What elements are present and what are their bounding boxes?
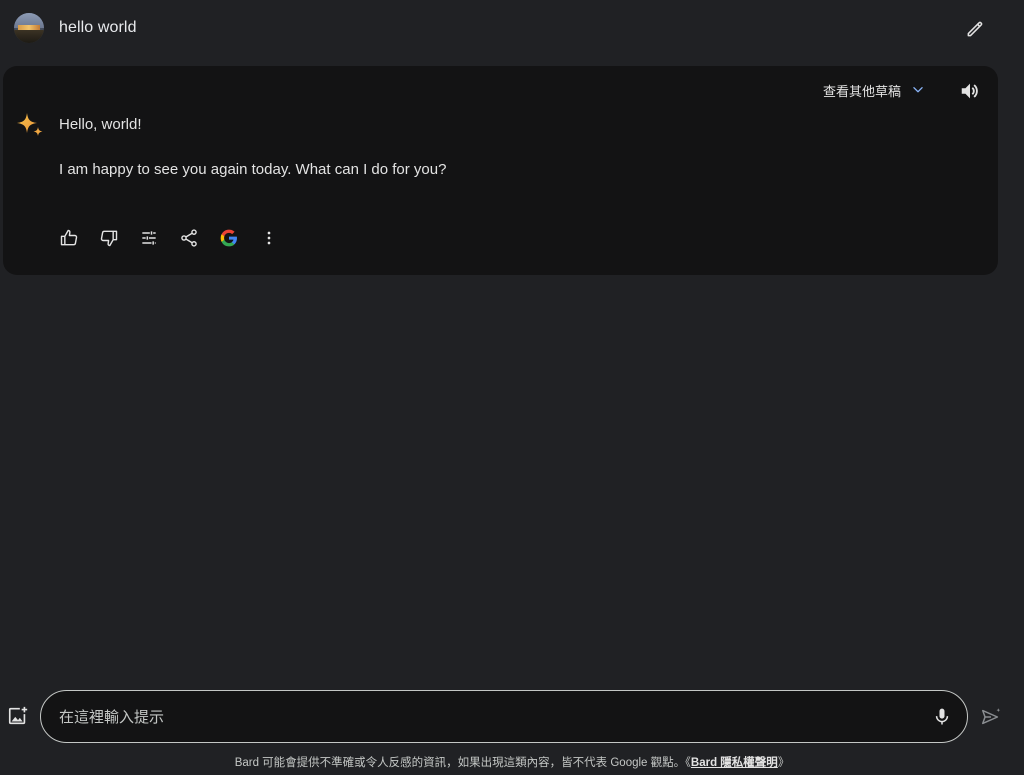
bad-response-button[interactable] [96,225,122,251]
privacy-link[interactable]: Bard 隱私權聲明 [691,757,778,769]
user-prompt-text: hello world [59,19,137,36]
response-greeting: Hello, world! [59,116,142,133]
send-icon [982,708,1001,725]
google-icon [220,229,237,247]
response-actions [56,225,296,251]
more-options-button[interactable] [256,225,282,251]
chevron-down-icon [913,87,923,93]
tune-icon [142,231,156,245]
response-card: 查看其他草稿 Hello, world! I am happy to see y… [3,66,998,275]
share-export-button[interactable] [176,225,202,251]
good-response-button[interactable] [56,225,82,251]
share-icon [181,229,197,247]
microphone-icon [935,708,949,725]
edit-prompt-button[interactable] [962,16,988,42]
prompt-input[interactable] [59,705,909,729]
disclaimer-closing: 》 [777,757,790,769]
view-other-drafts-label: 查看其他草稿 [823,83,902,99]
google-it-button[interactable] [216,225,242,251]
voice-input-button[interactable] [929,704,955,730]
listen-button[interactable] [958,79,982,103]
user-avatar [14,13,44,43]
disclaimer-body: Bard 可能會提供不準確或令人反感的資訊，如果出現這類內容，皆不代表 Goog… [234,757,691,769]
response-body: I am happy to see you again today. What … [59,161,447,178]
prompt-input-box [40,690,968,743]
bard-sparkle-icon [17,113,43,136]
bard-chat-page: hello world 查看其他草稿 Hello, world! I am ha… [0,0,1024,775]
pencil-icon [967,21,983,37]
more-vert-icon [267,231,271,245]
user-prompt-row: hello world [0,0,1024,58]
add-photo-icon [8,706,28,725]
thumbs-down-icon [100,230,118,247]
submit-button[interactable] [978,704,1004,730]
upload-image-button[interactable] [5,703,31,729]
speaker-icon [961,83,978,99]
disclaimer-text: Bard 可能會提供不準確或令人反感的資訊，如果出現這類內容，皆不代表 Goog… [0,754,1024,770]
view-other-drafts-button[interactable]: 查看其他草稿 [823,80,925,100]
thumbs-up-icon [60,229,78,246]
modify-response-button[interactable] [136,225,162,251]
